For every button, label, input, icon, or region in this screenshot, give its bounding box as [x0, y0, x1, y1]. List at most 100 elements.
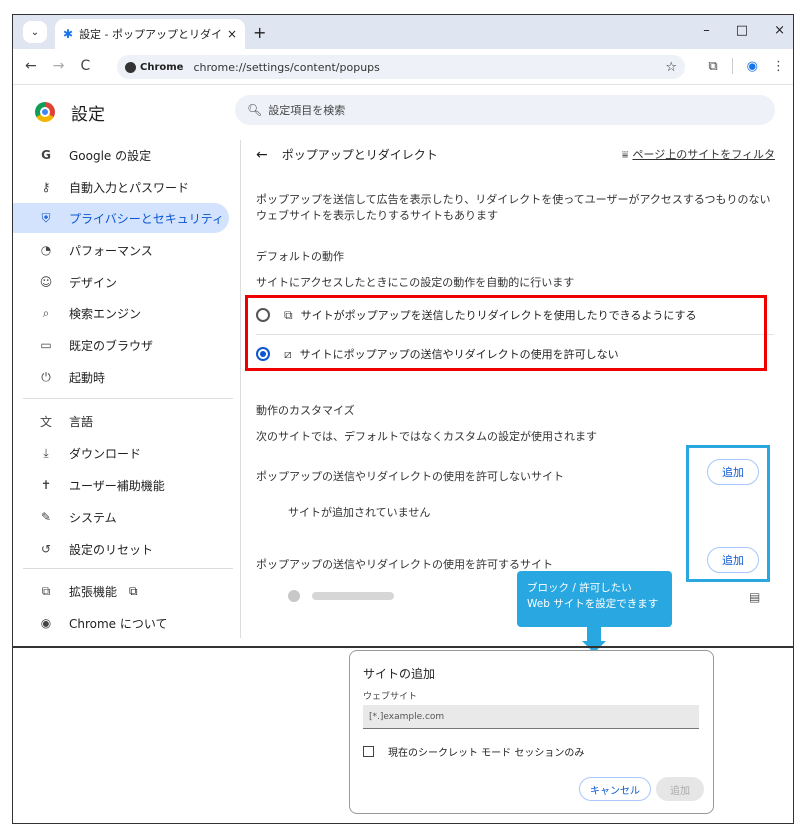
- search-icon: 🔍︎: [247, 103, 263, 117]
- tab-title: 設定 - ポップアップとリダイレクト: [79, 28, 223, 41]
- close-window-button[interactable]: ×: [774, 23, 785, 38]
- website-field-label: ウェブサイト: [363, 692, 418, 702]
- chrome-icon: ◉: [40, 616, 52, 630]
- sidebar-item-accessibility[interactable]: ✝ ユーザー補助機能: [13, 470, 229, 500]
- site-url-blurred: [312, 592, 394, 600]
- site-info-chip[interactable]: Chrome: [125, 61, 184, 73]
- page-title: 設定: [71, 105, 105, 125]
- highlight-add-buttons: [686, 445, 770, 582]
- callout-arrow-stem: [587, 627, 601, 641]
- highlight-default-behavior: [245, 295, 767, 371]
- sidebar-item-label: ダウンロード: [69, 446, 142, 461]
- site-favicon: [288, 590, 300, 602]
- sidebar-item-label: 拡張機能: [69, 584, 118, 599]
- dialog-add-button[interactable]: 追加: [656, 777, 704, 801]
- power-icon: ⏻: [41, 369, 51, 384]
- sidebar-item-label: 言語: [69, 414, 94, 429]
- bookmark-star-icon[interactable]: ☆: [665, 60, 677, 75]
- minimize-button[interactable]: –: [703, 23, 710, 38]
- sidebar-item-default-browser[interactable]: ▭ 既定のブラウザ: [13, 330, 229, 360]
- customize-sub: 次のサイトでは、デフォルトではなくカスタムの設定が使用されます: [256, 430, 597, 443]
- puzzle-icon: ⧉: [41, 583, 51, 598]
- incognito-only-checkbox[interactable]: 現在のシークレット モード セッションのみ: [363, 744, 584, 759]
- wrench-icon: ✎: [40, 510, 52, 524]
- google-g-icon: G: [41, 148, 51, 162]
- sidebar-item-extensions[interactable]: ⧉ 拡張機能 ⧉: [13, 576, 229, 606]
- sidebar-item-label: プライバシーとセキュリティ: [69, 211, 225, 226]
- checkbox-label: 現在のシークレット モード セッションのみ: [388, 748, 585, 759]
- sidebar-item-on-startup[interactable]: ⏻ 起動時: [13, 362, 229, 392]
- external-link-icon: ⧉: [129, 583, 138, 598]
- tab-search-dropdown[interactable]: ⌄: [23, 21, 47, 43]
- sidebar-item-search-engine[interactable]: ⌕ 検索エンジン: [13, 298, 229, 328]
- filter-icon: ⩸: [621, 148, 629, 161]
- sidebar-divider: [23, 398, 233, 399]
- cancel-button[interactable]: キャンセル: [579, 777, 651, 801]
- sidebar-main-divider: [240, 140, 241, 638]
- back-arrow-icon[interactable]: ←: [256, 147, 268, 163]
- section-title: ポップアップとリダイレクト: [281, 148, 438, 162]
- allowed-site-row[interactable]: [288, 590, 394, 602]
- chip-label: Chrome: [140, 61, 184, 73]
- sidebar-item-google[interactable]: G Google の設定: [13, 140, 229, 170]
- key-icon: ⚷: [41, 180, 51, 194]
- allow-list-heading: ポップアップの送信やリダイレクトの使用を許可するサイト: [256, 558, 553, 571]
- gear-icon: ✱: [63, 27, 74, 41]
- address-bar[interactable]: Chrome chrome://settings/content/popups …: [117, 55, 685, 79]
- chrome-icon: [125, 61, 136, 73]
- sidebar-item-label: 検索エンジン: [69, 306, 142, 321]
- sidebar-item-about-chrome[interactable]: ◉ Chrome について: [13, 608, 229, 638]
- translate-icon: 文: [39, 414, 52, 429]
- add-site-dialog: サイトの追加 ウェブサイト [*.]example.com 現在のシークレット …: [349, 650, 714, 814]
- site-details-icon[interactable]: ▤: [749, 590, 760, 604]
- website-input[interactable]: [*.]example.com: [363, 705, 699, 729]
- profile-avatar-icon[interactable]: ◉: [747, 59, 758, 74]
- download-icon: ⤓: [43, 445, 49, 460]
- sidebar-item-privacy[interactable]: ⛨ プライバシーとセキュリティ: [13, 203, 229, 233]
- block-list-heading: ポップアップの送信やリダイレクトの使用を許可しないサイト: [256, 470, 564, 483]
- checkbox[interactable]: [363, 746, 374, 757]
- sidebar-item-system[interactable]: ✎ システム: [13, 502, 229, 532]
- filter-sites-link[interactable]: ⩸ ページ上のサイトをフィルタ: [622, 146, 775, 162]
- reset-icon: ↺: [40, 542, 52, 556]
- browser-window-icon: ▭: [40, 338, 52, 352]
- sidebar-item-downloads[interactable]: ⤓ ダウンロード: [13, 438, 229, 468]
- sidebar-item-label: パフォーマンス: [69, 243, 153, 258]
- sidebar-item-reset[interactable]: ↺ 設定のリセット: [13, 534, 229, 564]
- settings-sidebar: G Google の設定 ⚷ 自動入力とパスワード ⛨ プライバシーとセキュリティ ◔…: [13, 140, 241, 652]
- sidebar-item-appearance[interactable]: ☺ デザイン: [13, 267, 229, 297]
- sidebar-item-label: 既定のブラウザ: [69, 338, 154, 353]
- browser-toolbar: ← → C Chrome chrome://settings/content/p…: [13, 49, 793, 85]
- forward-arrow-icon[interactable]: →: [53, 58, 65, 74]
- menu-kebab-icon[interactable]: ⋮: [772, 59, 785, 74]
- filter-link-label: ページ上のサイトをフィルタ: [632, 148, 775, 161]
- sidebar-item-performance[interactable]: ◔ パフォーマンス: [13, 235, 229, 265]
- sidebar-item-label: デザイン: [69, 275, 118, 290]
- palette-icon: ☺: [39, 275, 53, 289]
- sidebar-item-label: 起動時: [69, 370, 106, 385]
- close-tab-icon[interactable]: ×: [227, 27, 237, 41]
- callout-line2: Web サイトを設定できます: [527, 598, 659, 610]
- sidebar-item-label: 自動入力とパスワード: [69, 180, 190, 195]
- dialog-title: サイトの追加: [363, 667, 436, 681]
- callout-line1: ブロック / 許可したい: [527, 582, 632, 594]
- callout-tooltip: ブロック / 許可したい Web サイトを設定できます: [517, 571, 672, 627]
- block-list-empty: サイトが追加されていません: [288, 506, 431, 519]
- sidebar-item-languages[interactable]: 文 言語: [13, 406, 229, 436]
- settings-search-input[interactable]: 🔍︎ 設定項目を検索: [235, 95, 775, 125]
- frame-bottom-edge: [12, 646, 794, 648]
- extensions-puzzle-icon[interactable]: ⧉: [708, 59, 717, 74]
- new-tab-button[interactable]: +: [253, 23, 266, 42]
- shield-icon: ⛨: [41, 210, 51, 225]
- reload-icon[interactable]: C: [80, 58, 90, 74]
- tab-settings[interactable]: ✱ 設定 - ポップアップとリダイレクト ×: [55, 19, 245, 49]
- url-text: chrome://settings/content/popups: [193, 60, 380, 74]
- back-arrow-icon[interactable]: ←: [25, 58, 37, 74]
- sidebar-divider: [23, 568, 233, 569]
- sidebar-item-autofill[interactable]: ⚷ 自動入力とパスワード: [13, 172, 229, 202]
- sidebar-item-label: Google の設定: [69, 148, 152, 163]
- speedometer-icon: ◔: [40, 243, 52, 257]
- search-icon: ⌕: [42, 305, 50, 320]
- popups-description: ポップアップを送信して広告を表示したり、リダイレクトを使ってユーザーがアクセスす…: [256, 193, 771, 222]
- maximize-button[interactable]: □: [736, 23, 748, 38]
